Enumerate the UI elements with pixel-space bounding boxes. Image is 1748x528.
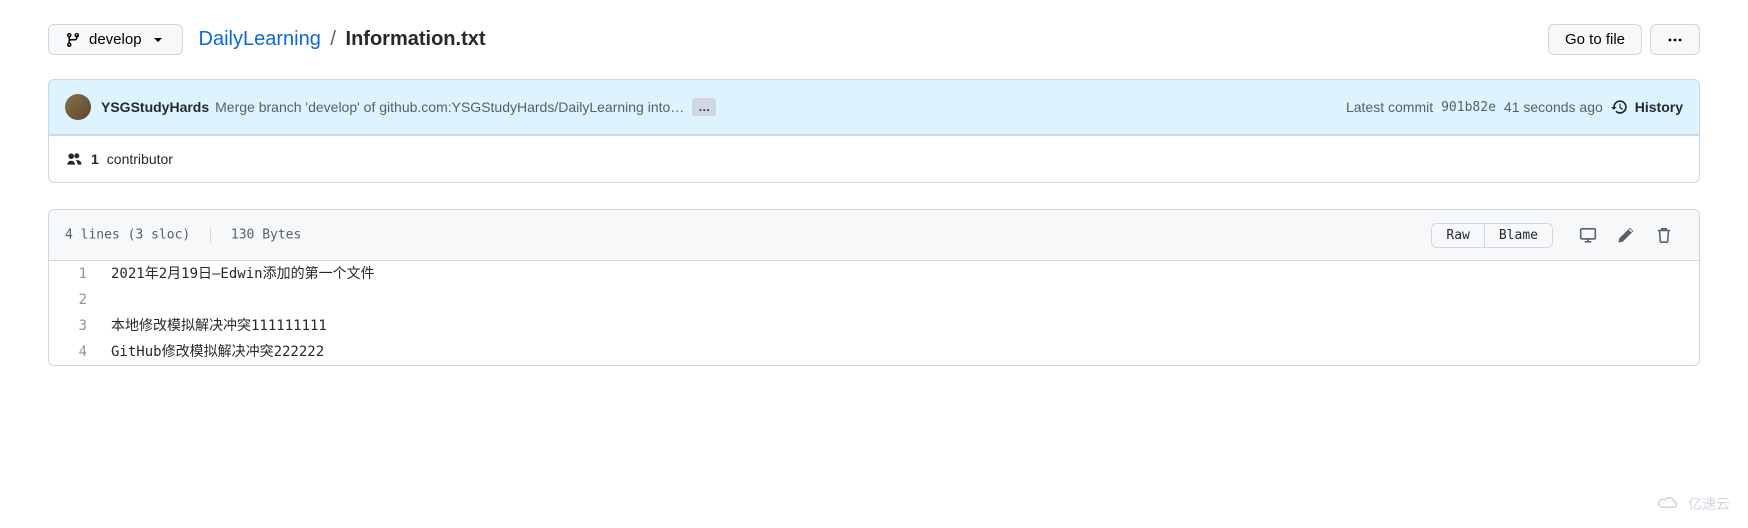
branch-select-button[interactable]: develop [48, 24, 183, 55]
more-actions-button[interactable] [1650, 24, 1700, 55]
commit-author[interactable]: YSGStudyHards [101, 99, 209, 115]
breadcrumb-separator: / [330, 28, 336, 50]
contributor-label: contributor [107, 151, 173, 167]
file-meta: 4 lines (3 sloc) 130 Bytes [65, 227, 301, 243]
code-line: 2 [49, 287, 1699, 313]
edit-button[interactable] [1607, 220, 1645, 250]
breadcrumb-repo-link[interactable]: DailyLearning [199, 28, 321, 50]
history-label: History [1635, 99, 1683, 115]
file-header: 4 lines (3 sloc) 130 Bytes Raw Blame [49, 210, 1699, 261]
watermark: 亿速云 [1656, 494, 1730, 514]
raw-button[interactable]: Raw [1432, 224, 1484, 247]
history-icon [1611, 98, 1629, 116]
line-content [99, 287, 1699, 313]
caret-down-icon [150, 32, 166, 48]
view-mode-group: Raw Blame [1431, 223, 1553, 248]
expand-commit-button[interactable]: … [692, 98, 716, 116]
file-lines: 4 lines (3 sloc) [65, 228, 190, 243]
code-line: 3 本地修改模拟解决冲突111111111 [49, 313, 1699, 339]
breadcrumb-file: Information.txt [346, 28, 486, 50]
line-number[interactable]: 4 [49, 339, 99, 365]
line-content: GitHub修改模拟解决冲突222222 [99, 339, 1699, 365]
avatar[interactable] [65, 94, 91, 120]
commit-message[interactable]: Merge branch 'develop' of github.com:YSG… [215, 99, 684, 115]
file-size: 130 Bytes [231, 228, 301, 243]
file-box: 4 lines (3 sloc) 130 Bytes Raw Blame [48, 209, 1700, 366]
code-line: 1 2021年2月19日—Edwin添加的第一个文件 [49, 261, 1699, 287]
file-actions: Raw Blame [1431, 220, 1683, 250]
line-content: 本地修改模拟解决冲突111111111 [99, 313, 1699, 339]
pencil-icon [1617, 226, 1635, 244]
desktop-button[interactable] [1569, 220, 1607, 250]
code-table: 1 2021年2月19日—Edwin添加的第一个文件 2 3 本地修改模拟解决冲… [49, 261, 1699, 365]
desktop-icon [1579, 226, 1597, 244]
commit-sha[interactable]: 901b82e [1441, 100, 1496, 115]
top-actions: Go to file [1548, 24, 1700, 55]
breadcrumb: DailyLearning / Information.txt [199, 28, 486, 51]
blame-button[interactable]: Blame [1485, 224, 1552, 247]
line-number[interactable]: 2 [49, 287, 99, 313]
commit-meta: Latest commit 901b82e 41 seconds ago His… [1346, 98, 1683, 116]
people-icon [65, 150, 83, 168]
commit-box: YSGStudyHards Merge branch 'develop' of … [48, 79, 1700, 136]
code-line: 4 GitHub修改模拟解决冲突222222 [49, 339, 1699, 365]
trash-icon [1655, 226, 1673, 244]
line-content: 2021年2月19日—Edwin添加的第一个文件 [99, 261, 1699, 287]
git-branch-icon [65, 32, 81, 48]
latest-commit-label: Latest commit [1346, 99, 1433, 115]
divider [210, 227, 211, 243]
contributor-count: 1 [91, 151, 99, 167]
contributors-row: 1 contributor [48, 136, 1700, 183]
delete-button[interactable] [1645, 220, 1683, 250]
go-to-file-button[interactable]: Go to file [1548, 24, 1642, 55]
line-number[interactable]: 3 [49, 313, 99, 339]
history-button[interactable]: History [1611, 98, 1683, 116]
header-row: develop DailyLearning / Information.txt … [48, 24, 1700, 55]
line-number[interactable]: 1 [49, 261, 99, 287]
commit-age: 41 seconds ago [1504, 99, 1603, 115]
commit-row: YSGStudyHards Merge branch 'develop' of … [49, 80, 1699, 135]
branch-name: develop [89, 31, 142, 48]
kebab-horizontal-icon [1667, 32, 1683, 48]
